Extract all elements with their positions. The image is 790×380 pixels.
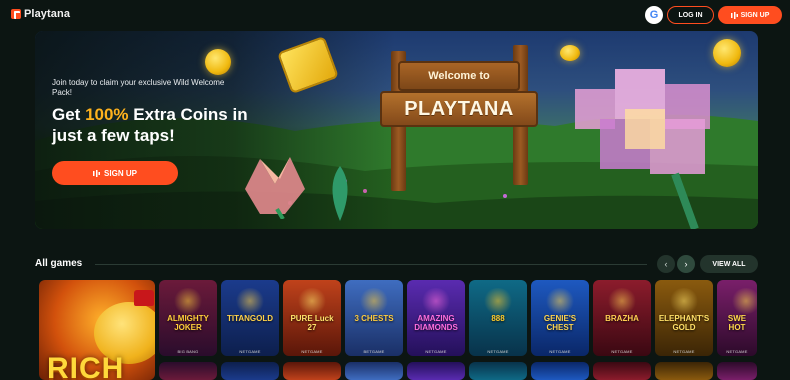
hero-title: Get 100% Extra Coins in just a few taps!: [52, 104, 282, 146]
game-tile-name: AMAZING DIAMONDS: [414, 314, 458, 332]
game-tile-art: [359, 288, 389, 314]
signup-icon: [730, 11, 738, 19]
crystal-flower-right: [575, 69, 710, 229]
top-hat-icon: [134, 290, 154, 306]
game-tile-partial[interactable]: [407, 362, 465, 380]
game-tile-name: 888: [491, 314, 505, 323]
brand-logo[interactable]: Playtana: [11, 8, 70, 20]
logo-text: Playtana: [24, 8, 71, 20]
game-tile-partial[interactable]: [221, 362, 279, 380]
game-tile[interactable]: 3 CHESTS BETGAME: [345, 280, 403, 356]
game-tile-provider: NETGAME: [673, 349, 695, 354]
section-title: All games: [35, 258, 83, 269]
hero-signup-label: SIGN UP: [104, 168, 137, 178]
game-tile-art: [297, 288, 327, 314]
game-tile-provider: NETGAME: [425, 349, 447, 354]
game-tile-art: [235, 288, 265, 314]
game-tile-name: BRAZHA: [605, 314, 639, 323]
game-tile-name: TITANGOLD: [226, 314, 274, 323]
game-tile-art: [483, 288, 513, 314]
carousel-next-button[interactable]: ›: [677, 255, 695, 273]
game-tile-art: [545, 288, 575, 314]
game-tile-art: [669, 288, 699, 314]
game-tile-art: [731, 288, 757, 314]
game-tile-art: [173, 288, 203, 314]
game-tile-name: GENIE'S CHEST: [543, 314, 577, 332]
game-tile-art: [607, 288, 637, 314]
sign-welcome-text: Welcome to: [398, 61, 520, 91]
top-header: Playtana G LOG IN SIGN UP: [0, 0, 790, 30]
game-tile-provider: NETGAME: [726, 349, 748, 354]
game-tile-name: ELEPHANT'S GOLD: [658, 314, 710, 332]
game-tile-partial[interactable]: [531, 362, 589, 380]
sign-brand-text: PLAYTANA: [380, 91, 538, 127]
welcome-sign: Welcome to PLAYTANA: [380, 61, 538, 156]
game-tile-name: 3 CHESTS: [354, 314, 394, 323]
game-tile[interactable]: SWE HOT NETGAME: [717, 280, 757, 356]
hero-signup-button[interactable]: SIGN UP: [52, 161, 178, 185]
carousel-prev-button[interactable]: ‹: [657, 255, 675, 273]
game-tile[interactable]: TITANGOLD NETGAME: [221, 280, 279, 356]
game-tile-partial[interactable]: [717, 362, 757, 380]
game-tile-name: SWE HOT: [727, 314, 747, 332]
game-tile-provider: BIG BANG: [177, 349, 199, 354]
game-tile-provider: NETGAME: [611, 349, 633, 354]
game-tile-name: PURE Luck 27: [290, 314, 334, 332]
section-divider: [95, 264, 647, 265]
hero-banner[interactable]: Welcome to PLAYTANA Join today to claim …: [35, 31, 758, 229]
game-tile-provider: NETGAME: [301, 349, 323, 354]
game-tile[interactable]: PURE Luck 27 NETGAME: [283, 280, 341, 356]
crystal-flower-left: [245, 157, 305, 219]
game-tile-art: [421, 288, 451, 314]
game-tile[interactable]: AMAZING DIAMONDS NETGAME: [407, 280, 465, 356]
game-tile-name: RICH: [47, 352, 125, 380]
game-tile[interactable]: GENIE'S CHEST NETGAME: [531, 280, 589, 356]
view-all-button[interactable]: VIEW ALL: [700, 255, 758, 273]
hero-kicker: Join today to claim your exclusive Wild …: [52, 78, 225, 97]
hero-title-prefix: Get: [52, 105, 86, 124]
coin-icon: [205, 49, 231, 75]
google-icon: G: [649, 9, 659, 21]
game-tile-partial[interactable]: [283, 362, 341, 380]
login-button[interactable]: LOG IN: [667, 6, 714, 24]
game-tile-name: ALMIGHTY JOKER: [167, 314, 209, 332]
google-login-button[interactable]: G: [645, 6, 663, 24]
game-tile-partial[interactable]: [593, 362, 651, 380]
game-tile-provider: NETGAME: [549, 349, 571, 354]
game-tile-provider: NETGAME: [487, 349, 509, 354]
game-tile-partial[interactable]: [655, 362, 713, 380]
game-tile-provider: NETGAME: [239, 349, 261, 354]
game-tile-partial[interactable]: [345, 362, 403, 380]
game-tile[interactable]: BRAZHA NETGAME: [593, 280, 651, 356]
game-tile-featured[interactable]: RICH: [39, 280, 155, 380]
signup-button-label: SIGN UP: [740, 11, 770, 19]
signup-button[interactable]: SIGN UP: [718, 6, 782, 24]
signup-icon: [93, 169, 101, 177]
game-tile[interactable]: 888 NETGAME: [469, 280, 527, 356]
game-tile[interactable]: ELEPHANT'S GOLD NETGAME: [655, 280, 713, 356]
hero-title-accent: 100%: [85, 105, 129, 124]
game-tile[interactable]: ALMIGHTY JOKER BIG BANG: [159, 280, 217, 356]
game-tile-partial[interactable]: [469, 362, 527, 380]
game-tile-provider: BETGAME: [363, 349, 385, 354]
playtana-logo-icon: [11, 9, 21, 19]
green-leaf: [332, 166, 348, 221]
game-tile-partial[interactable]: [159, 362, 217, 380]
